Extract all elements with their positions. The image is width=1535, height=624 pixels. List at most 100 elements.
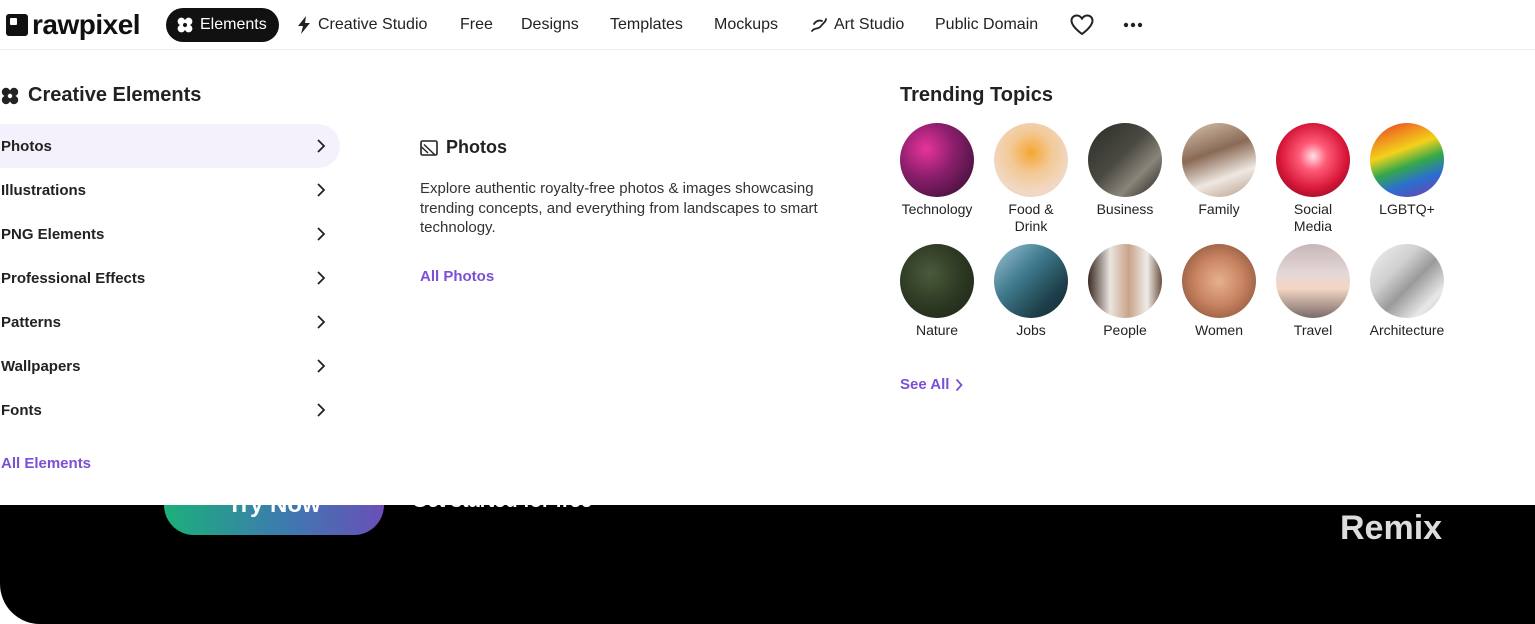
topic-label: Food & Drink — [1008, 201, 1054, 234]
nav-designs[interactable]: Designs — [521, 8, 579, 42]
brush-icon — [811, 18, 827, 32]
category-patterns[interactable]: Patterns — [0, 300, 340, 344]
topic-label: Business — [1096, 201, 1154, 217]
nav-free[interactable]: Free — [460, 8, 493, 42]
topic-image — [1088, 123, 1162, 197]
topic-business[interactable]: Business — [1087, 123, 1163, 218]
nav-free-label: Free — [460, 16, 493, 33]
topic-image — [994, 123, 1068, 197]
topic-architecture[interactable]: Architecture — [1369, 244, 1445, 339]
category-wallpapers[interactable]: Wallpapers — [0, 344, 340, 388]
nav-creative-studio-label: Creative Studio — [318, 16, 428, 33]
category-label: Illustrations — [1, 181, 87, 199]
creative-elements-heading: Creative Elements — [0, 84, 201, 107]
all-photos-link[interactable]: All Photos — [420, 268, 494, 285]
topic-image — [1088, 244, 1162, 318]
category-label: Patterns — [1, 313, 62, 331]
category-illustrations[interactable]: Illustrations — [0, 168, 340, 212]
chevron-right-icon — [317, 227, 326, 241]
heart-icon[interactable] — [1068, 11, 1096, 39]
creative-elements-title: Creative Elements — [28, 84, 202, 106]
chevron-right-icon — [956, 378, 964, 391]
topic-women[interactable]: Women — [1181, 244, 1257, 339]
topic-label: Women — [1195, 322, 1243, 338]
topic-label: Jobs — [1016, 322, 1046, 338]
topic-label: Nature — [915, 322, 959, 338]
topic-label: Travel — [1293, 322, 1333, 338]
topic-image — [1370, 244, 1444, 318]
topic-people[interactable]: People — [1087, 244, 1163, 339]
chevron-right-icon — [317, 315, 326, 329]
topic-food-drink[interactable]: Food & Drink — [993, 123, 1069, 235]
bolt-icon — [298, 16, 310, 34]
chevron-right-icon — [317, 403, 326, 417]
chevron-right-icon — [317, 359, 326, 373]
topic-image — [1370, 123, 1444, 197]
nav-public-domain-label: Public Domain — [935, 16, 1039, 33]
photos-description: Explore authentic royalty-free photos & … — [420, 180, 818, 236]
category-photos[interactable]: Photos — [0, 124, 340, 168]
top-navigation: rawpixel Elements Creative Studio Free D… — [0, 0, 1535, 50]
category-fonts[interactable]: Fonts — [0, 388, 340, 432]
logo-mark-icon — [6, 14, 28, 36]
remix-text: Remix — [1340, 509, 1443, 547]
image-icon — [420, 139, 438, 156]
chevron-right-icon — [317, 139, 326, 153]
category-professional-effects[interactable]: Professional Effects — [0, 256, 340, 300]
category-label: Wallpapers — [1, 357, 81, 375]
topic-nature[interactable]: Nature — [899, 244, 975, 339]
topic-label: Social Media — [1293, 201, 1333, 234]
category-label: PNG Elements — [1, 225, 105, 243]
nav-elements[interactable]: Elements — [166, 8, 279, 42]
category-label: Fonts — [1, 401, 42, 419]
topic-label: Architecture — [1369, 322, 1445, 338]
topic-family[interactable]: Family — [1181, 123, 1257, 218]
category-png-elements[interactable]: PNG Elements — [0, 212, 340, 256]
topic-image — [900, 244, 974, 318]
topic-image — [1182, 123, 1256, 197]
nav-mockups[interactable]: Mockups — [714, 8, 778, 42]
chevron-right-icon — [317, 183, 326, 197]
nav-templates-label: Templates — [610, 16, 683, 33]
rawpixel-logo[interactable]: rawpixel — [6, 9, 141, 40]
try-now-button[interactable]: Try Now — [164, 505, 384, 535]
logo-text: rawpixel — [32, 9, 141, 40]
flower-icon — [177, 17, 193, 33]
photos-heading: Photos — [420, 137, 507, 158]
chevron-right-icon — [317, 271, 326, 285]
topic-image — [1276, 244, 1350, 318]
promo-banner: Try Now Get started for free Remix — [0, 505, 1535, 624]
topic-image — [900, 123, 974, 197]
topic-technology[interactable]: Technology — [899, 123, 975, 218]
nav-art-studio-label: Art Studio — [834, 16, 905, 33]
nav-elements-label: Elements — [200, 16, 267, 33]
flower-icon — [1, 87, 19, 104]
topic-image — [994, 244, 1068, 318]
topic-social-media[interactable]: Social Media — [1275, 123, 1351, 235]
get-started-text: Get started for free — [412, 505, 592, 513]
all-elements-link[interactable]: All Elements — [1, 455, 91, 472]
nav-creative-studio[interactable]: Creative Studio — [296, 8, 427, 42]
see-all-label: See All — [900, 376, 950, 393]
trending-topics-heading: Trending Topics — [900, 84, 1053, 106]
see-all-link[interactable]: See All — [900, 376, 964, 393]
category-label: Professional Effects — [1, 269, 146, 287]
topic-label: People — [1103, 322, 1147, 338]
topic-image — [1182, 244, 1256, 318]
more-icon[interactable] — [1119, 11, 1147, 39]
nav-mockups-label: Mockups — [714, 16, 779, 33]
topic-label: LGBTQ+ — [1379, 201, 1435, 217]
topic-travel[interactable]: Travel — [1275, 244, 1351, 339]
nav-designs-label: Designs — [521, 16, 579, 33]
elements-mega-menu: Creative Elements Photos Illustrations P… — [0, 51, 1535, 505]
topic-label: Technology — [901, 201, 973, 217]
category-label: Photos — [1, 137, 52, 155]
topic-image — [1276, 123, 1350, 197]
topic-label: Family — [1198, 201, 1240, 217]
nav-templates[interactable]: Templates — [610, 8, 683, 42]
topic-lgbtq[interactable]: LGBTQ+ — [1369, 123, 1445, 218]
nav-public-domain[interactable]: Public Domain — [935, 8, 1038, 42]
topic-jobs[interactable]: Jobs — [993, 244, 1069, 339]
photos-heading-text: Photos — [446, 137, 507, 157]
nav-art-studio[interactable]: Art Studio — [810, 8, 904, 42]
